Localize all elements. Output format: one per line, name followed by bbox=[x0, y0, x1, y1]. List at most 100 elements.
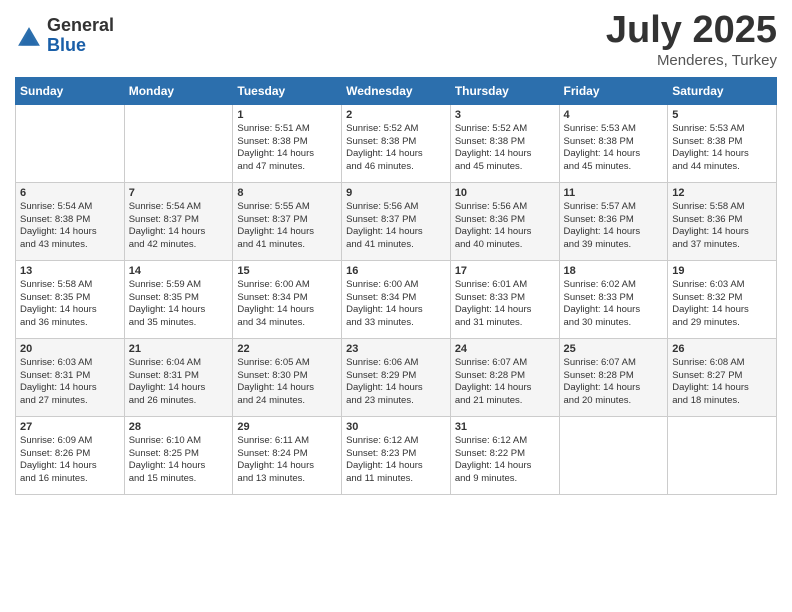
day-detail: Sunrise: 6:10 AM Sunset: 8:25 PM Dayligh… bbox=[129, 435, 229, 486]
day-detail: Sunrise: 5:52 AM Sunset: 8:38 PM Dayligh… bbox=[346, 123, 446, 174]
day-cell: 24 Sunrise: 6:07 AM Sunset: 8:28 PM Dayli… bbox=[450, 338, 559, 416]
day-cell: 21Sunrise: 6:04 AM Sunset: 8:31 PM Dayli… bbox=[124, 338, 233, 416]
day-cell: 31 Sunrise: 6:12 AM Sunset: 8:22 PM Dayli… bbox=[450, 416, 559, 494]
day-number: 5 bbox=[672, 109, 772, 121]
day-number: 12 bbox=[672, 187, 772, 199]
title-block: July 2025 Menderes, Turkey bbox=[606, 10, 777, 69]
day-detail: Sunrise: 5:52 AM Sunset: 8:38 PM Dayligh… bbox=[455, 123, 555, 174]
day-detail: Sunrise: 5:58 AM Sunset: 8:36 PM Dayligh… bbox=[672, 201, 772, 252]
day-detail: Sunrise: 6:07 AM Sunset: 8:28 PM Dayligh… bbox=[455, 357, 555, 408]
logo-text: General Blue bbox=[47, 16, 114, 56]
day-detail: Sunrise: 5:56 AM Sunset: 8:36 PM Dayligh… bbox=[455, 201, 555, 252]
day-cell bbox=[559, 416, 668, 494]
header-day-friday: Friday bbox=[559, 77, 668, 104]
page: General Blue July 2025 Menderes, Turkey … bbox=[0, 0, 792, 612]
day-detail: Sunrise: 5:58 AM Sunset: 8:35 PM Dayligh… bbox=[20, 279, 120, 330]
day-detail: Sunrise: 6:12 AM Sunset: 8:23 PM Dayligh… bbox=[346, 435, 446, 486]
day-detail: Sunrise: 5:59 AM Sunset: 8:35 PM Dayligh… bbox=[129, 279, 229, 330]
week-row-2: 6 Sunrise: 5:54 AM Sunset: 8:38 PM Daylig… bbox=[16, 182, 777, 260]
day-detail: Sunrise: 6:11 AM Sunset: 8:24 PM Dayligh… bbox=[237, 435, 337, 486]
day-detail: Sunrise: 6:12 AM Sunset: 8:22 PM Dayligh… bbox=[455, 435, 555, 486]
day-number: 24 bbox=[455, 343, 555, 355]
week-row-5: 27Sunrise: 6:09 AM Sunset: 8:26 PM Dayli… bbox=[16, 416, 777, 494]
day-cell: 12 Sunrise: 5:58 AM Sunset: 8:36 PM Dayli… bbox=[668, 182, 777, 260]
day-number: 10 bbox=[455, 187, 555, 199]
day-cell: 11Sunrise: 5:57 AM Sunset: 8:36 PM Dayli… bbox=[559, 182, 668, 260]
day-number: 22 bbox=[237, 343, 337, 355]
day-detail: Sunrise: 5:51 AM Sunset: 8:38 PM Dayligh… bbox=[237, 123, 337, 174]
week-row-1: 1 Sunrise: 5:51 AM Sunset: 8:38 PM Daylig… bbox=[16, 104, 777, 182]
day-number: 9 bbox=[346, 187, 446, 199]
day-cell: 13Sunrise: 5:58 AM Sunset: 8:35 PM Dayli… bbox=[16, 260, 125, 338]
day-cell bbox=[124, 104, 233, 182]
day-cell: 9 Sunrise: 5:56 AM Sunset: 8:37 PM Daylig… bbox=[342, 182, 451, 260]
day-cell: 15 Sunrise: 6:00 AM Sunset: 8:34 PM Dayli… bbox=[233, 260, 342, 338]
day-detail: Sunrise: 6:06 AM Sunset: 8:29 PM Dayligh… bbox=[346, 357, 446, 408]
day-cell: 26Sunrise: 6:08 AM Sunset: 8:27 PM Dayli… bbox=[668, 338, 777, 416]
header-day-tuesday: Tuesday bbox=[233, 77, 342, 104]
day-number: 16 bbox=[346, 265, 446, 277]
day-cell: 16Sunrise: 6:00 AM Sunset: 8:34 PM Dayli… bbox=[342, 260, 451, 338]
day-cell: 25 Sunrise: 6:07 AM Sunset: 8:28 PM Dayli… bbox=[559, 338, 668, 416]
day-number: 17 bbox=[455, 265, 555, 277]
day-number: 1 bbox=[237, 109, 337, 121]
day-detail: Sunrise: 5:54 AM Sunset: 8:38 PM Dayligh… bbox=[20, 201, 120, 252]
day-number: 28 bbox=[129, 421, 229, 433]
day-number: 14 bbox=[129, 265, 229, 277]
week-row-3: 13Sunrise: 5:58 AM Sunset: 8:35 PM Dayli… bbox=[16, 260, 777, 338]
day-number: 3 bbox=[455, 109, 555, 121]
day-number: 6 bbox=[20, 187, 120, 199]
day-number: 23 bbox=[346, 343, 446, 355]
calendar-header: SundayMondayTuesdayWednesdayThursdayFrid… bbox=[16, 77, 777, 104]
day-number: 29 bbox=[237, 421, 337, 433]
day-cell: 27Sunrise: 6:09 AM Sunset: 8:26 PM Dayli… bbox=[16, 416, 125, 494]
header-day-sunday: Sunday bbox=[16, 77, 125, 104]
logo-blue: Blue bbox=[47, 36, 114, 56]
day-number: 20 bbox=[20, 343, 120, 355]
day-detail: Sunrise: 5:55 AM Sunset: 8:37 PM Dayligh… bbox=[237, 201, 337, 252]
day-detail: Sunrise: 5:56 AM Sunset: 8:37 PM Dayligh… bbox=[346, 201, 446, 252]
day-cell: 18Sunrise: 6:02 AM Sunset: 8:33 PM Dayli… bbox=[559, 260, 668, 338]
day-cell: 23 Sunrise: 6:06 AM Sunset: 8:29 PM Dayli… bbox=[342, 338, 451, 416]
calendar-table: SundayMondayTuesdayWednesdayThursdayFrid… bbox=[15, 77, 777, 495]
header-day-monday: Monday bbox=[124, 77, 233, 104]
day-number: 31 bbox=[455, 421, 555, 433]
day-cell: 1 Sunrise: 5:51 AM Sunset: 8:38 PM Daylig… bbox=[233, 104, 342, 182]
day-cell: 10 Sunrise: 5:56 AM Sunset: 8:36 PM Dayli… bbox=[450, 182, 559, 260]
day-detail: Sunrise: 6:01 AM Sunset: 8:33 PM Dayligh… bbox=[455, 279, 555, 330]
day-cell bbox=[16, 104, 125, 182]
day-cell: 3 Sunrise: 5:52 AM Sunset: 8:38 PM Daylig… bbox=[450, 104, 559, 182]
logo-general: General bbox=[47, 16, 114, 36]
day-number: 25 bbox=[564, 343, 664, 355]
day-cell: 30 Sunrise: 6:12 AM Sunset: 8:23 PM Dayli… bbox=[342, 416, 451, 494]
day-detail: Sunrise: 5:53 AM Sunset: 8:38 PM Dayligh… bbox=[672, 123, 772, 174]
day-number: 15 bbox=[237, 265, 337, 277]
day-number: 4 bbox=[564, 109, 664, 121]
day-cell: 7Sunrise: 5:54 AM Sunset: 8:37 PM Daylig… bbox=[124, 182, 233, 260]
day-detail: Sunrise: 6:07 AM Sunset: 8:28 PM Dayligh… bbox=[564, 357, 664, 408]
day-cell: 14 Sunrise: 5:59 AM Sunset: 8:35 PM Dayli… bbox=[124, 260, 233, 338]
day-cell: 5 Sunrise: 5:53 AM Sunset: 8:38 PM Daylig… bbox=[668, 104, 777, 182]
day-cell: 19Sunrise: 6:03 AM Sunset: 8:32 PM Dayli… bbox=[668, 260, 777, 338]
day-cell: 29 Sunrise: 6:11 AM Sunset: 8:24 PM Dayli… bbox=[233, 416, 342, 494]
day-number: 27 bbox=[20, 421, 120, 433]
header-row: SundayMondayTuesdayWednesdayThursdayFrid… bbox=[16, 77, 777, 104]
day-cell: 22 Sunrise: 6:05 AM Sunset: 8:30 PM Dayli… bbox=[233, 338, 342, 416]
day-cell bbox=[668, 416, 777, 494]
day-detail: Sunrise: 6:03 AM Sunset: 8:32 PM Dayligh… bbox=[672, 279, 772, 330]
logo-icon bbox=[15, 24, 43, 52]
subtitle: Menderes, Turkey bbox=[606, 52, 777, 69]
day-detail: Sunrise: 5:54 AM Sunset: 8:37 PM Dayligh… bbox=[129, 201, 229, 252]
day-cell: 6 Sunrise: 5:54 AM Sunset: 8:38 PM Daylig… bbox=[16, 182, 125, 260]
logo: General Blue bbox=[15, 16, 114, 56]
day-number: 30 bbox=[346, 421, 446, 433]
header: General Blue July 2025 Menderes, Turkey bbox=[15, 10, 777, 69]
day-detail: Sunrise: 6:05 AM Sunset: 8:30 PM Dayligh… bbox=[237, 357, 337, 408]
header-day-wednesday: Wednesday bbox=[342, 77, 451, 104]
day-detail: Sunrise: 6:00 AM Sunset: 8:34 PM Dayligh… bbox=[237, 279, 337, 330]
day-detail: Sunrise: 6:02 AM Sunset: 8:33 PM Dayligh… bbox=[564, 279, 664, 330]
header-day-thursday: Thursday bbox=[450, 77, 559, 104]
day-detail: Sunrise: 6:03 AM Sunset: 8:31 PM Dayligh… bbox=[20, 357, 120, 408]
day-cell: 20 Sunrise: 6:03 AM Sunset: 8:31 PM Dayli… bbox=[16, 338, 125, 416]
day-detail: Sunrise: 5:57 AM Sunset: 8:36 PM Dayligh… bbox=[564, 201, 664, 252]
